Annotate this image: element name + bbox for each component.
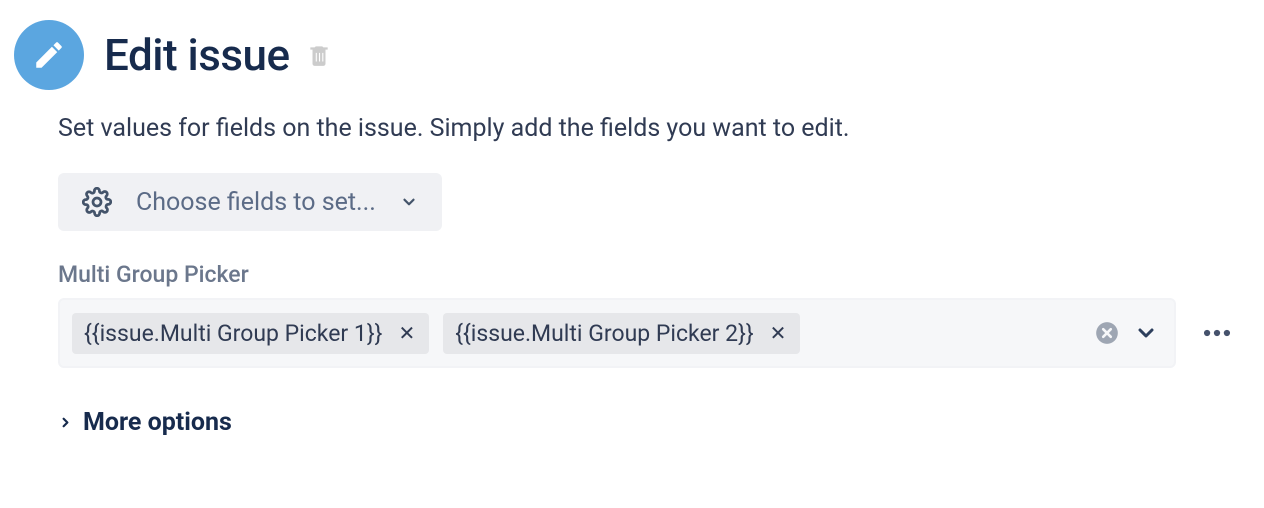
choose-fields-label: Choose fields to set... xyxy=(136,188,376,217)
clear-button[interactable] xyxy=(1094,320,1120,346)
multi-group-picker-input[interactable]: {{issue.Multi Group Picker 1}} ✕ {{issue… xyxy=(58,298,1176,368)
more-options-toggle[interactable]: More options xyxy=(58,408,1250,437)
tag-remove-button[interactable]: ✕ xyxy=(768,323,789,343)
choose-fields-button[interactable]: Choose fields to set... xyxy=(58,173,442,231)
gear-icon xyxy=(82,187,112,217)
chevron-down-icon[interactable] xyxy=(1134,321,1162,345)
more-actions-button[interactable] xyxy=(1196,316,1250,350)
page-title: Edit issue xyxy=(104,29,290,81)
picker-tag-label: {{issue.Multi Group Picker 2}} xyxy=(455,320,753,347)
tag-remove-button[interactable]: ✕ xyxy=(396,323,417,343)
chevron-down-icon xyxy=(400,193,418,211)
picker-tag: {{issue.Multi Group Picker 1}} ✕ xyxy=(72,313,429,354)
edit-issue-icon xyxy=(14,20,84,90)
delete-button[interactable] xyxy=(306,42,332,68)
description-text: Set values for fields on the issue. Simp… xyxy=(58,114,1250,143)
more-options-label: More options xyxy=(83,408,232,437)
chevron-right-icon xyxy=(58,415,73,430)
picker-tag: {{issue.Multi Group Picker 2}} ✕ xyxy=(443,313,800,354)
picker-tag-label: {{issue.Multi Group Picker 1}} xyxy=(84,320,382,347)
field-label: Multi Group Picker xyxy=(58,261,1250,288)
